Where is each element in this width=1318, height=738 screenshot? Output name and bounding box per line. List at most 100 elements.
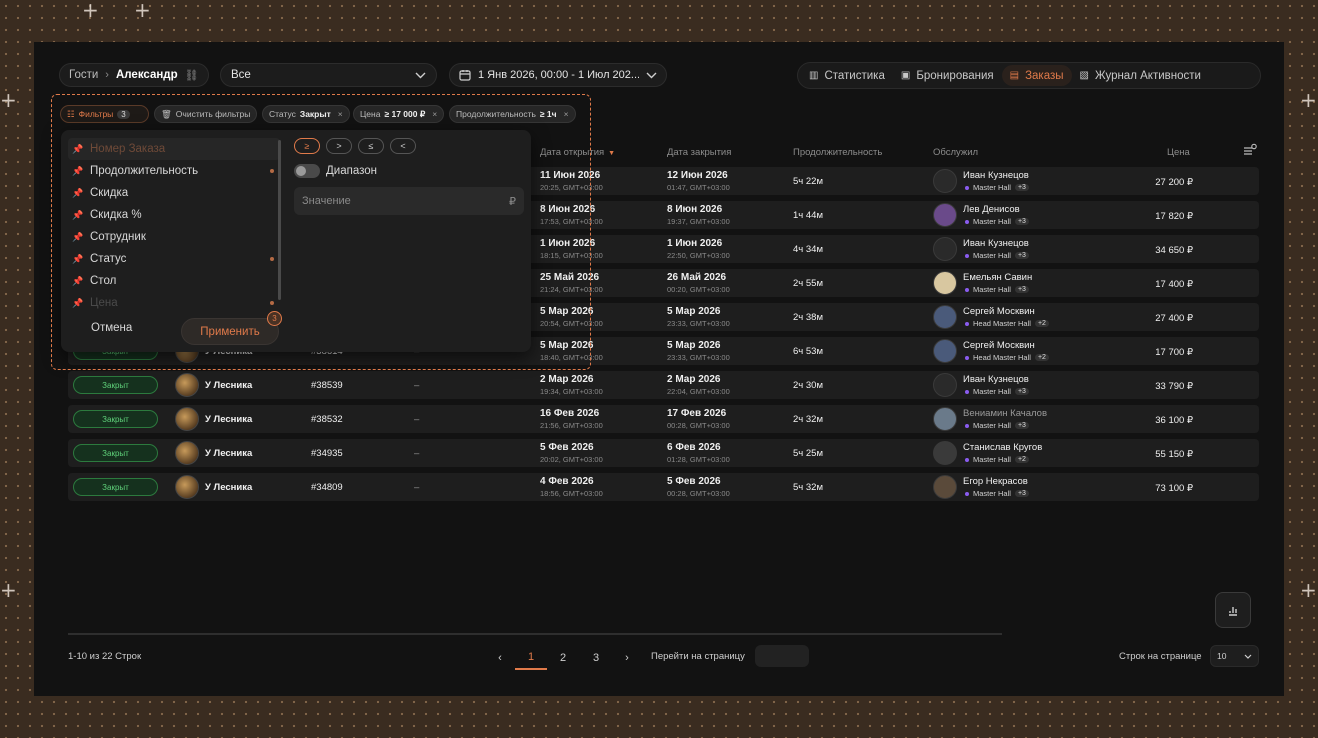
- guest-filter-select[interactable]: Все: [220, 63, 437, 87]
- clear-filters-button[interactable]: 🗑 Очистить фильтры: [154, 105, 258, 123]
- hall-name: Master Hall: [973, 455, 1011, 464]
- table-row[interactable]: Закрыт У Лесника #34935 – 5 Фев 2026 20:02, G…: [68, 439, 1259, 467]
- filter-field-item[interactable]: 📌 Скидка %: [68, 204, 280, 226]
- filter-chip-status[interactable]: Статус Закрыт ×: [262, 105, 350, 123]
- order-number[interactable]: #38532: [311, 414, 343, 425]
- tab-label: Бронирования: [916, 69, 994, 82]
- staff-hall: Master Hall +3: [965, 489, 1029, 498]
- operator-button[interactable]: <: [390, 138, 416, 154]
- close-icon[interactable]: ×: [338, 109, 343, 119]
- tab-orders[interactable]: ▤ Заказы: [1001, 65, 1072, 86]
- guest-filter-value: Все: [231, 69, 251, 81]
- prev-page-button[interactable]: ‹: [484, 646, 516, 670]
- staff-name[interactable]: Егор Некрасов: [963, 476, 1028, 487]
- close-date: 26 Май 2026: [667, 272, 727, 283]
- close-time: 00:20, GMT+03:00: [667, 285, 730, 294]
- staff-hall: Master Hall +3: [965, 217, 1029, 226]
- breadcrumb-parent[interactable]: Гости: [69, 69, 98, 81]
- staff-name[interactable]: Сергей Москвин: [963, 340, 1035, 351]
- page-button-2[interactable]: 2: [547, 646, 579, 670]
- column-header-opened[interactable]: Дата открытия ▼: [540, 147, 615, 158]
- page-button-3[interactable]: 3: [580, 646, 612, 670]
- venue-name: У Лесника: [205, 380, 253, 391]
- extra-count-badge: +3: [1014, 422, 1029, 429]
- sliders-icon: ☷: [67, 108, 75, 119]
- filter-field-item[interactable]: 📌 Номер Заказа: [68, 138, 280, 160]
- close-icon[interactable]: ×: [564, 109, 569, 119]
- filter-field-label: Цена: [90, 297, 118, 309]
- staff-name[interactable]: Станислав Кругов: [963, 442, 1042, 453]
- filter-field-item[interactable]: 📌 Стол: [68, 270, 280, 292]
- filters-button[interactable]: ☷ Фильтры 3: [60, 105, 149, 123]
- value-input[interactable]: Значение ₽: [294, 187, 524, 215]
- filter-field-item[interactable]: 📌 Скидка: [68, 182, 280, 204]
- hall-name: Master Hall: [973, 251, 1011, 260]
- calendar-check-icon: ▣: [900, 70, 911, 81]
- range-label: Диапазон: [326, 165, 377, 177]
- filter-field-label: Номер Заказа: [90, 143, 166, 155]
- duration-value: 5ч 22м: [793, 176, 823, 187]
- status-badge: Закрыт: [73, 376, 158, 394]
- venue-avatar: [175, 441, 199, 465]
- link-icon[interactable]: ⛓: [185, 69, 199, 82]
- staff-name[interactable]: Емельян Савин: [963, 272, 1032, 283]
- order-number[interactable]: #38539: [311, 380, 343, 391]
- extra-count-badge: +2: [1034, 320, 1049, 327]
- operator-button[interactable]: >: [326, 138, 352, 154]
- chip-value: ≥ 1ч: [539, 109, 557, 119]
- filter-field-item[interactable]: 📌 Сотрудник: [68, 226, 280, 248]
- staff-avatar: [933, 169, 957, 193]
- extra-count-badge: +2: [1034, 354, 1049, 361]
- staff-hall: Head Master Hall +2: [965, 319, 1049, 328]
- apply-button[interactable]: Применить 3: [181, 311, 282, 345]
- table-row[interactable]: Закрыт У Лесника #38532 – 16 Фев 2026 21:56, …: [68, 405, 1259, 433]
- stats-fab-button[interactable]: [1215, 592, 1251, 628]
- open-time: 20:02, GMT+03:00: [540, 455, 603, 464]
- filter-chip-price[interactable]: Цена ≥ 17 000 ₽ ×: [353, 105, 445, 123]
- value-placeholder: Значение: [302, 195, 351, 207]
- column-header-served[interactable]: Обслужил: [933, 147, 978, 158]
- column-header-price[interactable]: Цена: [1167, 147, 1190, 158]
- close-date: 17 Фев 2026: [667, 408, 727, 419]
- operator-button[interactable]: ≥: [294, 138, 320, 154]
- staff-name[interactable]: Иван Кузнецов: [963, 238, 1029, 249]
- receipt-icon: ▤: [1009, 70, 1020, 81]
- cancel-button[interactable]: Отмена: [91, 322, 132, 334]
- staff-name[interactable]: Сергей Москвин: [963, 306, 1035, 317]
- staff-name[interactable]: Вениамин Качалов: [963, 408, 1047, 419]
- filter-field-item[interactable]: 📌 Цена: [68, 292, 280, 314]
- tab-statistics[interactable]: ▥ Статистика: [801, 65, 893, 86]
- horizontal-scrollbar[interactable]: [68, 633, 1002, 635]
- price-value: 33 790 ₽: [1155, 381, 1193, 392]
- hall-dot: [965, 457, 969, 462]
- filter-chip-duration[interactable]: Продолжительность ≥ 1ч ×: [449, 105, 576, 123]
- tab-bookings[interactable]: ▣ Бронирования: [893, 65, 1002, 86]
- staff-name[interactable]: Иван Кузнецов: [963, 170, 1029, 181]
- rows-per-page-select[interactable]: 10: [1210, 645, 1259, 667]
- duration-value: 4ч 34м: [793, 244, 823, 255]
- column-header-closed[interactable]: Дата закрытия: [667, 147, 731, 158]
- close-time: 22:50, GMT+03:00: [667, 251, 730, 260]
- column-header-duration[interactable]: Продолжительность: [793, 147, 882, 158]
- operator-button[interactable]: ≤: [358, 138, 384, 154]
- page-button-1[interactable]: 1: [515, 646, 547, 670]
- venue-name: У Лесника: [205, 414, 253, 425]
- close-icon[interactable]: ×: [432, 109, 437, 119]
- range-toggle[interactable]: [294, 164, 320, 178]
- goto-page-input[interactable]: [755, 645, 809, 667]
- filter-field-item[interactable]: 📌 Статус: [68, 248, 280, 270]
- table-row[interactable]: Закрыт У Лесника #38539 – 2 Мар 2026 19:34, G…: [68, 371, 1259, 399]
- scrollbar[interactable]: [278, 140, 281, 300]
- date-range-picker[interactable]: 1 Янв 2026, 00:00 - 1 Июл 202...: [449, 63, 667, 87]
- close-date: 2 Мар 2026: [667, 374, 721, 385]
- staff-name[interactable]: Иван Кузнецов: [963, 374, 1029, 385]
- filter-field-item[interactable]: 📌 Продолжительность: [68, 160, 280, 182]
- table-row[interactable]: Закрыт У Лесника #34809 – 4 Фев 2026 18:56, G…: [68, 473, 1259, 501]
- column-settings-icon[interactable]: [1243, 143, 1257, 157]
- staff-name[interactable]: Лев Денисов: [963, 204, 1020, 215]
- order-number[interactable]: #34809: [311, 482, 343, 493]
- next-page-button[interactable]: ›: [611, 646, 643, 670]
- tab-activity-log[interactable]: ▧ Журнал Активности: [1072, 65, 1209, 86]
- order-number[interactable]: #34935: [311, 448, 343, 459]
- filters-count-badge: 3: [117, 109, 130, 119]
